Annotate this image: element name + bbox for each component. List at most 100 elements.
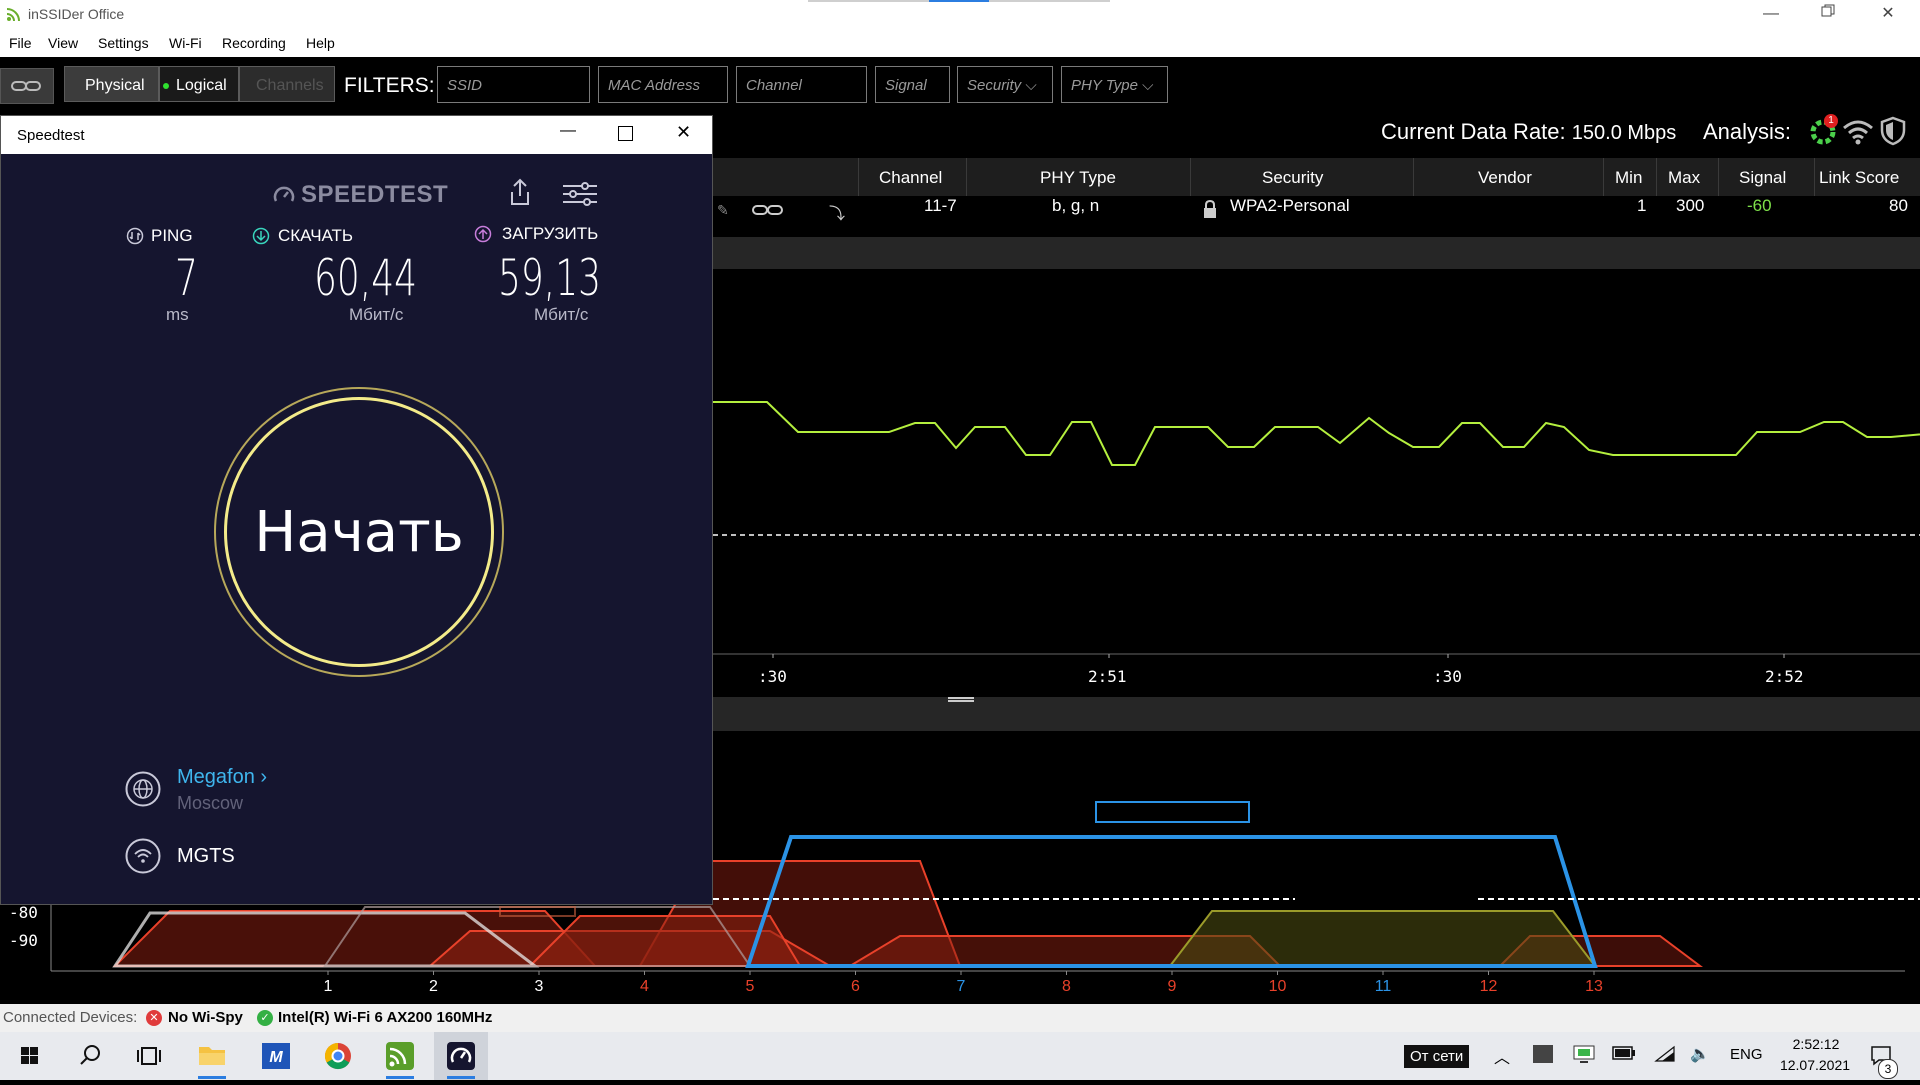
settings-sliders-icon[interactable] — [563, 182, 597, 211]
signal-time-chart: :30 2:51 :30 2:52 — [713, 401, 1920, 686]
link-icon[interactable] — [751, 202, 785, 223]
col-security[interactable]: Security — [1262, 168, 1323, 188]
clock-time[interactable]: 2:52:12 — [1786, 1036, 1846, 1052]
minimize-button[interactable]: — — [1757, 3, 1785, 25]
channel-tick-label: 7 — [957, 978, 966, 995]
speedtest-maximize-button[interactable] — [618, 126, 633, 141]
server-name-link[interactable]: Megafon › — [177, 766, 267, 789]
col-max[interactable]: Max — [1668, 168, 1700, 188]
network-label-box — [1095, 801, 1250, 823]
device-wispy[interactable]: No Wi-Spy — [168, 1009, 243, 1026]
language-indicator[interactable]: ENG — [1730, 1046, 1763, 1063]
speedtest-minimize-button[interactable]: — — [560, 122, 576, 140]
link-toggle-button[interactable] — [0, 68, 54, 104]
wifi-icon — [125, 838, 161, 874]
phy-filter-dropdown[interactable]: PHY Type ⌵ — [1061, 66, 1168, 103]
ping-unit: ms — [166, 305, 189, 324]
time-tick-3: 2:52 — [1765, 667, 1804, 686]
network-shape-olive — [1167, 910, 1598, 967]
notifications-count: 3 — [1878, 1059, 1898, 1079]
windows-start-icon[interactable] — [2, 1032, 56, 1080]
chevron-up-icon[interactable]: ︿ — [1494, 1044, 1510, 1068]
device-wifi-adapter[interactable]: Intel(R) Wi-Fi 6 AX200 160MHz — [278, 1009, 492, 1026]
shield-icon[interactable] — [1880, 116, 1906, 146]
ssid-filter-input[interactable]: SSID — [437, 66, 590, 103]
server-city: Moscow — [177, 793, 244, 813]
row-max: 300 — [1676, 196, 1705, 215]
share-icon[interactable] — [508, 178, 532, 211]
tray-app-icon[interactable] — [1533, 1045, 1553, 1063]
analysis-status-icon[interactable]: 1 — [1808, 114, 1838, 146]
y-tick-90: -90 — [9, 931, 38, 950]
phy-filter-label: PHY Type — [1071, 77, 1138, 94]
search-icon[interactable] — [62, 1032, 116, 1080]
chevron-down-icon: ⌵ — [1025, 77, 1037, 94]
menu-file[interactable]: File — [9, 35, 32, 51]
table-bottom-bar — [713, 237, 1920, 269]
col-vendor[interactable]: Vendor — [1478, 168, 1532, 188]
wifi-analysis-icon[interactable] — [1842, 118, 1874, 146]
edit-icon[interactable]: ✎ — [717, 202, 729, 219]
row-min: 1 — [1637, 196, 1647, 215]
signal-filter-input[interactable]: Signal — [875, 66, 950, 103]
battery-icon[interactable] — [1612, 1046, 1636, 1065]
row-phy-type: b, g, n — [1052, 196, 1100, 215]
app-icon-blue[interactable]: M — [249, 1032, 303, 1080]
start-button[interactable]: Начать — [224, 397, 494, 667]
channel-tick-label: 10 — [1269, 978, 1287, 995]
menu-view[interactable]: View — [48, 35, 78, 51]
channel-tick-label: 11 — [1375, 978, 1392, 995]
channel-tick-label: 8 — [1062, 978, 1071, 995]
title-bar: inSSIDer Office — ✕ — [0, 0, 1920, 29]
data-rate-label: Current Data Rate: — [1381, 119, 1566, 144]
menu-recording[interactable]: Recording — [222, 35, 286, 51]
channel-tick-label: 2 — [429, 978, 438, 995]
menu-help[interactable]: Help — [306, 35, 335, 51]
security-filter-label: Security — [967, 77, 1022, 94]
menu-wifi[interactable]: Wi-Fi — [169, 35, 202, 51]
task-view-icon[interactable] — [122, 1032, 176, 1080]
table-row[interactable]: ✎ ⤵ 11-7 b, g, n WPA2-Personal 1 300 -60… — [713, 196, 1920, 232]
speedtest-brand: SPEEDTEST — [301, 181, 449, 208]
file-explorer-icon[interactable] — [185, 1032, 239, 1080]
channel-tick-label: 12 — [1480, 978, 1498, 995]
taskbar: M От сети ︿ 🔈 ENG 2:52:12 12.07.2021 3 — [0, 1032, 1920, 1080]
channel-tick-label: 3 — [535, 978, 544, 995]
close-button[interactable]: ✕ — [1874, 3, 1902, 25]
view-channels-button[interactable]: Channels — [239, 66, 335, 102]
menu-settings[interactable]: Settings — [98, 35, 149, 51]
restore-button[interactable] — [1814, 3, 1842, 25]
mac-filter-input[interactable]: MAC Address — [598, 66, 728, 103]
speedtest-window-title: Speedtest — [17, 127, 85, 144]
speedtest-taskbar-icon[interactable] — [434, 1032, 488, 1080]
view-logical-label: Logical — [176, 77, 227, 94]
network-status-button[interactable]: От сети — [1404, 1045, 1470, 1068]
volume-icon[interactable]: 🔈 — [1690, 1044, 1710, 1064]
col-channel[interactable]: Channel — [879, 168, 942, 188]
view-logical-button[interactable]: Logical — [159, 66, 239, 102]
logical-active-dot — [163, 83, 169, 89]
inssider-taskbar-icon[interactable] — [373, 1032, 427, 1080]
time-tick-0: :30 — [758, 667, 787, 686]
speedtest-close-button[interactable]: ✕ — [676, 122, 691, 143]
app-icon — [6, 7, 21, 22]
view-physical-button[interactable]: Physical — [64, 66, 159, 102]
wifi-tray-icon[interactable] — [1654, 1045, 1676, 1068]
tray-monitor-icon[interactable] — [1573, 1044, 1595, 1069]
col-min[interactable]: Min — [1615, 168, 1642, 188]
title-bar-accent — [929, 0, 989, 2]
chrome-icon[interactable] — [311, 1032, 365, 1080]
server-name: Megafon — [177, 766, 255, 788]
download-icon — [252, 227, 270, 245]
col-link-score[interactable]: Link Score — [1819, 168, 1899, 188]
channel-filter-input[interactable]: Channel — [736, 66, 867, 103]
clock-date[interactable]: 12.07.2021 — [1775, 1057, 1855, 1073]
row-channel: 11-7 — [924, 196, 957, 215]
security-filter-dropdown[interactable]: Security ⌵ — [957, 66, 1053, 103]
channel-tick-label: 4 — [640, 978, 649, 995]
col-signal[interactable]: Signal — [1739, 168, 1786, 188]
upload-icon — [474, 225, 492, 243]
status-bar: Connected Devices: ✕ No Wi-Spy ✓ Intel(R… — [0, 1004, 1920, 1032]
col-phy-type[interactable]: PHY Type — [1040, 168, 1116, 188]
network-shape-red-f — [527, 915, 802, 967]
